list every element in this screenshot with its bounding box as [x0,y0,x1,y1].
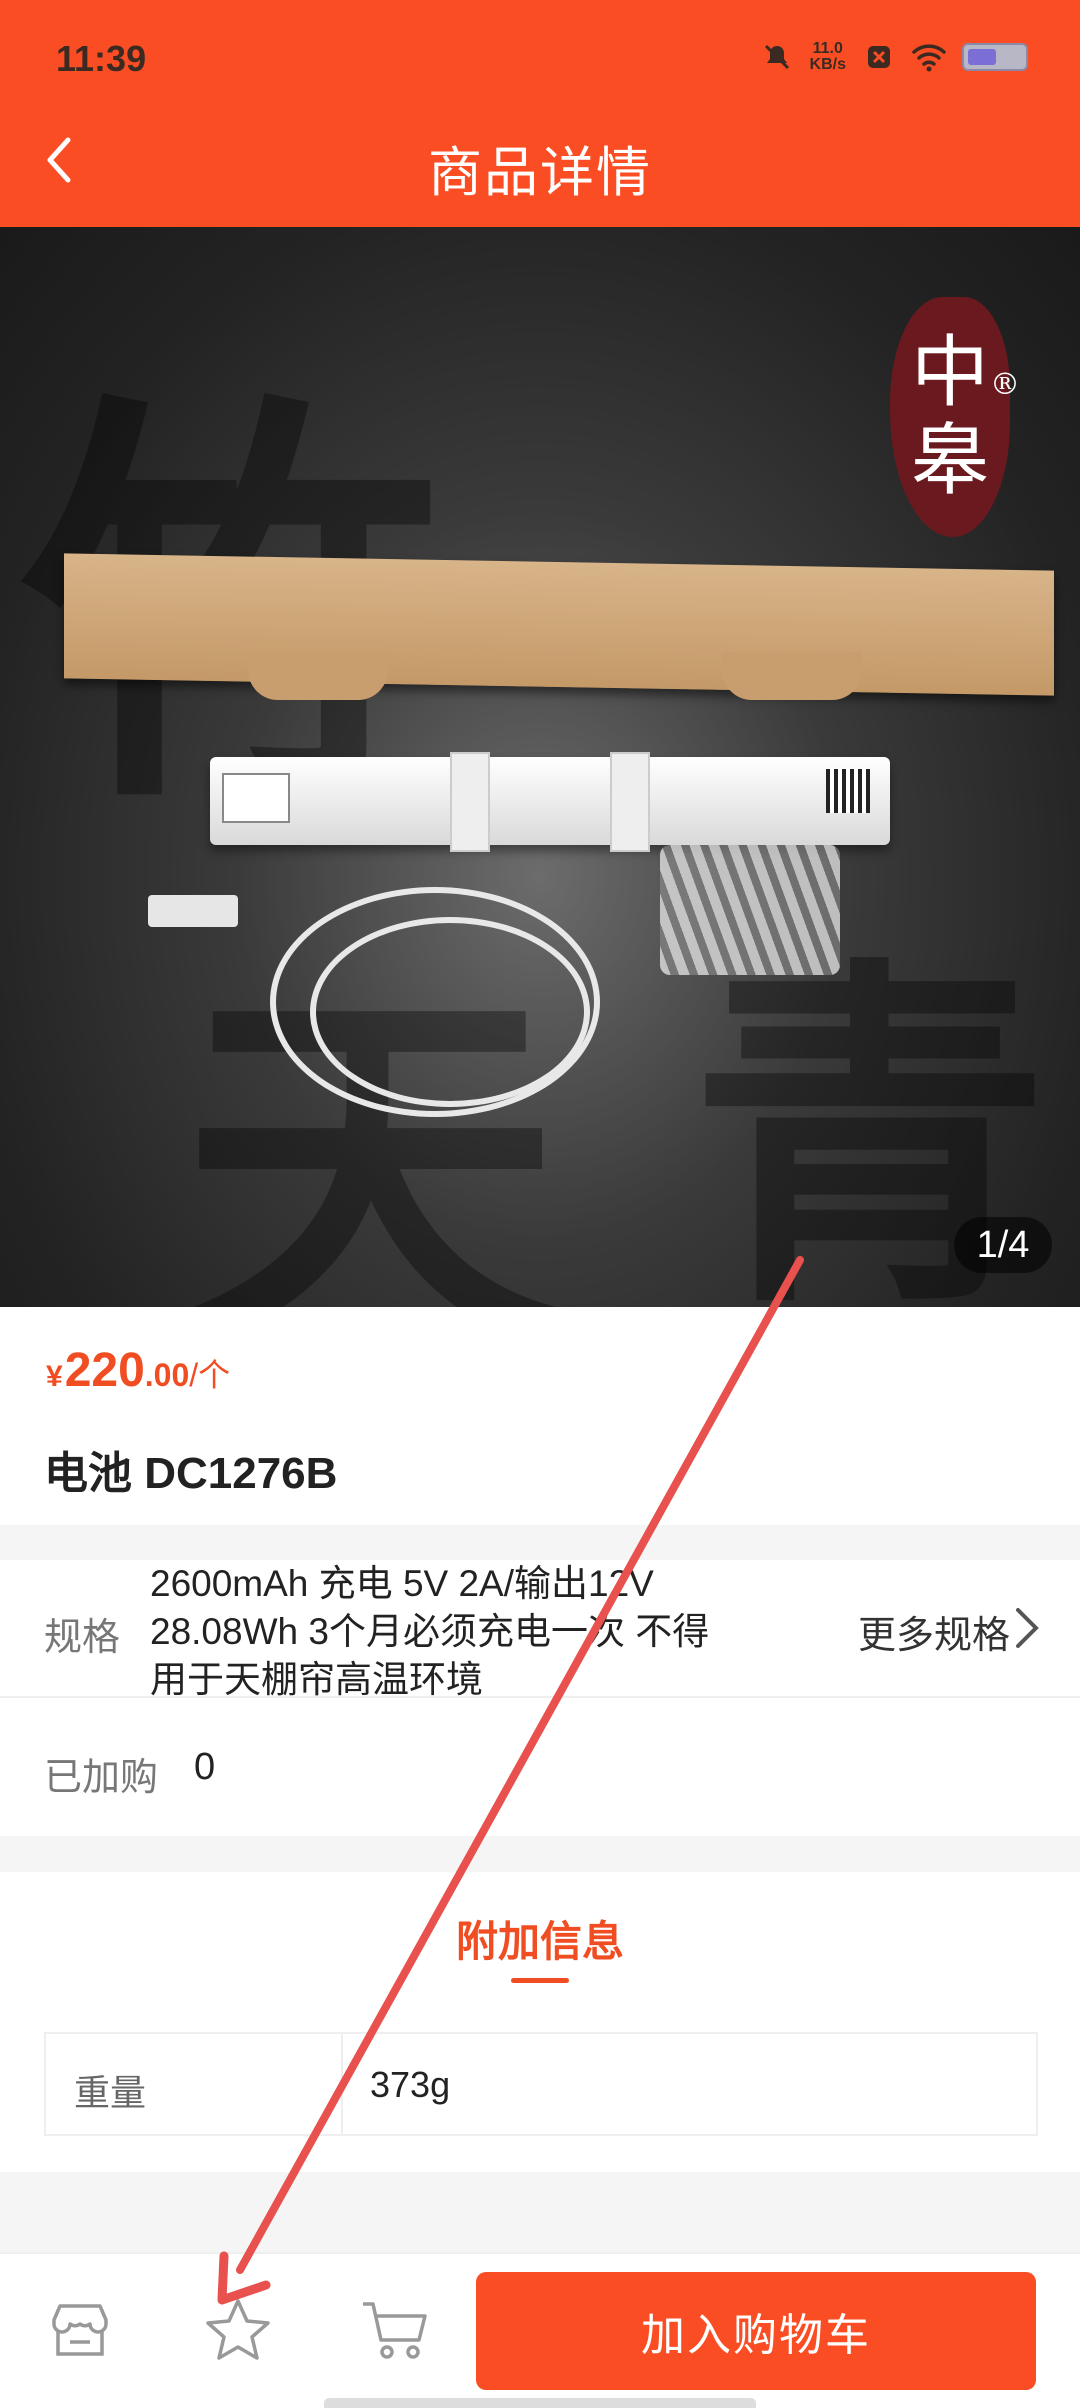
usb-plug [148,895,238,927]
wifi-icon [912,40,946,74]
status-icons: 11.0 KB/s [760,40,1028,74]
cart-button[interactable] [358,2294,430,2366]
add-to-cart-button[interactable]: 加入购物车 [476,2272,1036,2390]
store-button[interactable] [44,2294,116,2366]
spec-line: 用于天棚帘高温环境 [150,1659,483,1700]
store-icon [52,2304,108,2356]
net-speed: 11.0 KB/s [810,41,846,73]
page-title: 商品详情 [428,143,652,203]
favorite-button[interactable] [202,2294,274,2366]
tab-additional-info[interactable]: 附加信息 [0,1908,1080,1969]
bottom-action-bar: 加入购物车 [0,2252,1080,2408]
mounting-clip [450,752,490,852]
spec-line: 2600mAh 充电 5V 2A/输出12V [150,1563,654,1604]
price-unit: /个 [189,1357,231,1393]
additional-info-card: 附加信息 重量 373g [0,1872,1080,2172]
product-image-gallery[interactable]: 竹 天 青 中 皋 ® [0,227,1080,1307]
net-speed-unit: KB/s [809,56,846,73]
seal-registered-mark: ® [990,367,1020,402]
price-symbol: ¥ [46,1360,63,1393]
box-tab [248,652,388,700]
info-divider [341,2034,343,2134]
status-time: 11:39 [56,38,147,79]
qr-code [826,769,870,813]
seal-char-1: 中 [910,328,989,418]
cart-icon [363,2302,427,2359]
more-spec-link[interactable]: 更多规格 [858,1604,1010,1659]
price: ¥ 220 .00 /个 [46,1343,230,1398]
price-decimal: .00 [144,1357,190,1393]
info-key: 重量 [74,2072,147,2113]
info-value: 373g [370,2064,451,2105]
price-card: ¥ 220 .00 /个 电池 DC1276B [0,1307,1080,1525]
battery-icon [962,43,1028,71]
top-bar: 11:39 11.0 KB/s 商品详情 [0,0,1080,227]
spec-label: 规格 [44,1617,121,1659]
product-name: 电池 DC1276B [44,1449,338,1498]
brand-seal-logo: 中 皋 ® [890,297,1020,537]
battery-product [210,757,890,845]
net-speed-value: 11.0 [812,40,843,57]
mounting-clip [610,752,650,852]
star-icon [206,2299,270,2360]
spec-row[interactable]: 规格 2600mAh 充电 5V 2A/输出12V 28.08Wh 3个月必须充… [0,1560,1080,1700]
tab-underline [511,1978,569,1983]
mute-icon [760,40,794,74]
added-label: 已加购 [44,1757,159,1799]
product-detail-page: 11:39 11.0 KB/s 商品详情 竹 天 青 中 [0,0,1080,2408]
notification-x-icon [862,40,896,74]
battery-label [222,773,290,823]
spec-text: 2600mAh 充电 5V 2A/输出12V 28.08Wh 3个月必须充电一次… [150,1560,780,1704]
charging-cable [310,917,590,1107]
info-table-row: 重量 373g [44,2032,1038,2136]
price-integer: 220 [64,1344,145,1397]
product-box [64,553,1054,696]
seal-char-2: 皋 [910,416,989,506]
spec-line: 28.08Wh 3个月必须充电一次 不得 [150,1611,710,1652]
added-value: 0 [194,1746,216,1788]
screw-pack [660,845,840,975]
added-row: 已加购 0 [0,1698,1080,1836]
home-indicator [324,2398,756,2408]
box-tab [722,652,862,700]
chevron-right-icon [1016,1608,1039,1648]
image-counter: 1/4 [954,1217,1052,1273]
